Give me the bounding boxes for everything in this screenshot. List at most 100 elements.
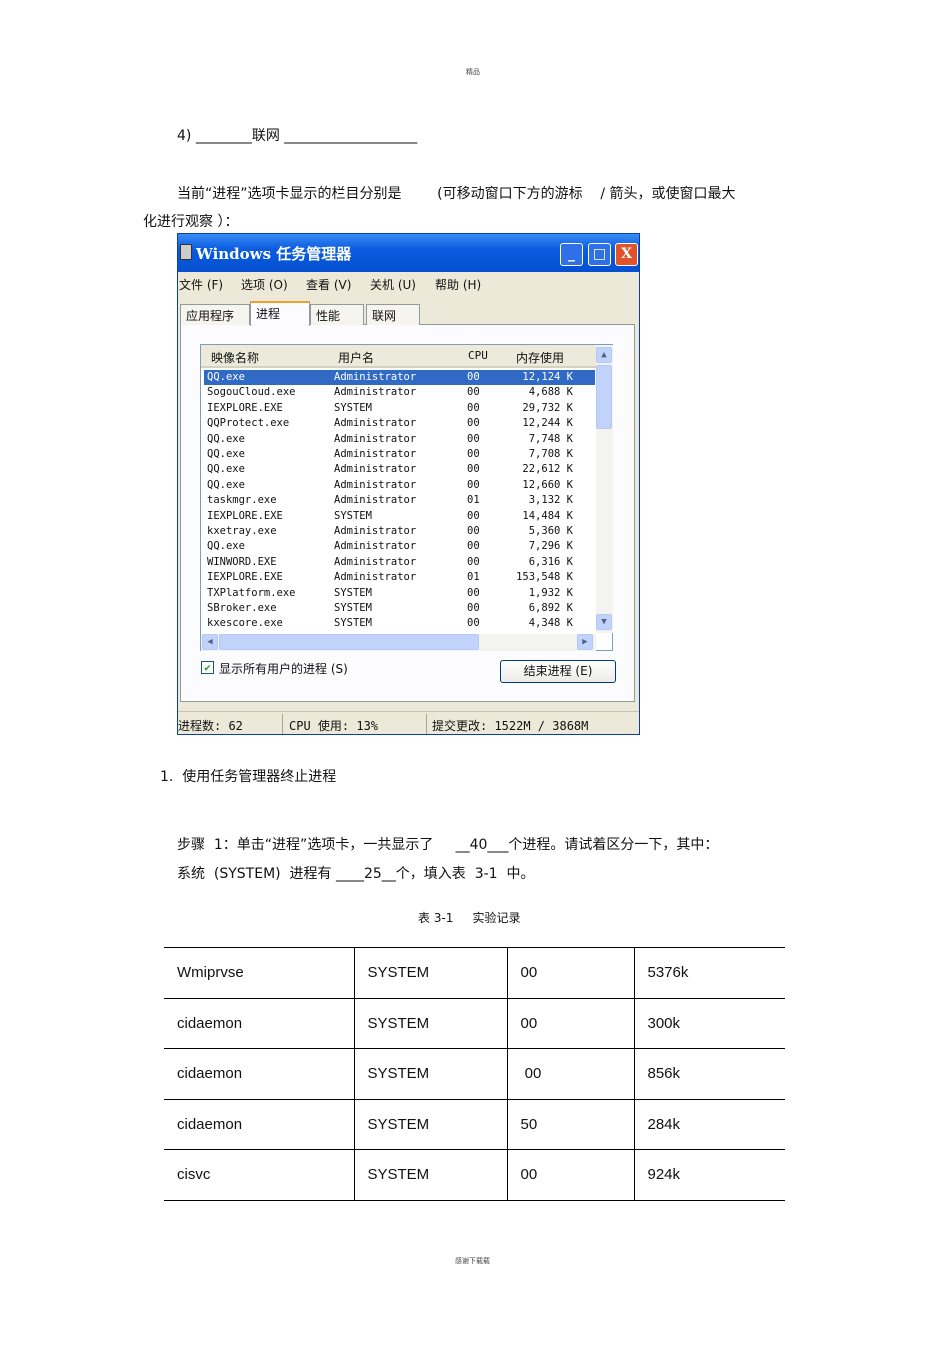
process-row[interactable]: QQ.exe Administrator 00 22,612 K [204,462,595,477]
vertical-scrollbar[interactable]: ▲ ▼ [596,345,613,633]
status-process-count: 进程数: 62 [178,719,243,733]
column-user-name[interactable]: 用户名 [338,349,374,366]
process-list[interactable]: 映像名称 用户名 CPU 内存使用 QQ.exe Administrator 00 1… [200,344,613,651]
step1-line-1: 步骤 1：单击“进程”选项卡，一共显示了 __40___个进程。请试着区分一下，… [177,837,719,853]
cell-user-name: SYSTEM [334,586,372,599]
cell-cpu: 00 [467,478,480,491]
cell-cpu: 00 [467,386,480,399]
cell-image-name: SogouCloud.exe [207,386,296,399]
scroll-down-icon[interactable]: ▼ [596,614,612,630]
h-scroll-thumb[interactable] [219,634,479,650]
scroll-left-icon[interactable]: ◀ [202,634,218,650]
close-button[interactable]: X [615,243,638,266]
horizontal-scrollbar[interactable]: ◀ ▶ [201,634,596,651]
process-row[interactable]: kxetray.exe Administrator 00 5,360 K [204,524,595,539]
cell-memory: 6,316 K [528,555,573,568]
cell-cpu: 00 [467,417,480,430]
cell-cpu: 00 [467,509,480,522]
process-row[interactable]: QQ.exe Administrator 00 12,124 K [204,370,595,386]
cell-memory: 5376k [633,947,785,999]
cell-memory: 153,548 K [516,571,573,584]
process-row[interactable]: kxescore.exe SYSTEM 00 4,348 K [204,616,595,631]
show-all-label[interactable]: 显示所有用户的进程 (S) [219,660,348,677]
process-row[interactable]: TXPlatform.exe SYSTEM 00 1,932 K [204,586,595,601]
cell-image-name: TXPlatform.exe [207,586,296,599]
page-header: 精品 [466,68,480,76]
tab-applications[interactable]: 应用程序 [180,304,250,325]
maximize-button[interactable]: □ [588,243,611,266]
cell-cpu: 00 [506,947,634,999]
tab-networking[interactable]: 联网 [366,304,420,325]
cell-user-name: Administrator [334,555,417,568]
cell-user: SYSTEM [353,997,507,1049]
cell-image-name: QQ.exe [207,448,245,460]
cell-image-name: IEXPLORE.EXE [207,571,283,584]
cell-name: cidaemon [164,997,354,1049]
table-row: cidaemon SYSTEM 00 300k [164,997,785,1049]
cell-cpu: 00 [467,463,480,476]
cell-image-name: IEXPLORE.EXE [207,509,283,522]
minimize-button[interactable]: _ [560,243,583,266]
cell-cpu: 50 [506,1098,634,1150]
cell-image-name: QQ.exe [207,371,245,383]
cell-name: cidaemon [164,1098,354,1150]
cell-memory: 14,484 K [522,509,573,522]
status-commit-charge: 提交更改: 1522M / 3868M [432,719,589,733]
menu-file[interactable]: 文件 (F) [179,276,223,293]
cell-cpu: 00 [467,432,480,445]
cell-user-name: SYSTEM [334,401,372,414]
table-row: cisvc SYSTEM 00 924k [164,1149,785,1201]
column-memory[interactable]: 内存使用 [516,349,564,366]
menu-view[interactable]: 查看 (V) [306,276,351,293]
cell-cpu: 00 [467,371,480,383]
scroll-up-icon[interactable]: ▲ [596,347,612,363]
cell-image-name: QQ.exe [207,432,245,445]
process-row[interactable]: taskmgr.exe Administrator 01 3,132 K [204,493,595,508]
process-row[interactable]: IEXPLORE.EXE SYSTEM 00 29,732 K [204,401,595,416]
cell-memory: 12,244 K [522,417,573,430]
cell-image-name: QQ.exe [207,478,245,491]
intro-line-1: 当前“进程”选项卡显示的栏目分别是 (可移动窗口下方的游标 / 箭头，或使窗口最… [177,186,736,202]
cell-memory: 5,360 K [528,525,573,537]
scroll-right-icon[interactable]: ▶ [577,634,593,650]
process-row[interactable]: QQ.exe Administrator 00 7,748 K [204,432,595,447]
title-bar: Windows 任务管理器 _ □ X [178,234,639,272]
menu-help[interactable]: 帮助 (H) [435,276,481,293]
step1-line-2: 系统 (SYSTEM) 进程有 ____25__个，填入表 3-1 中。 [177,866,535,882]
cell-cpu: 00 [506,997,634,1049]
process-row[interactable]: QQ.exe Administrator 00 7,296 K [204,539,595,554]
cell-user-name: Administrator [334,448,417,460]
cell-memory: 3,132 K [528,494,573,507]
cell-memory: 4,688 K [528,386,573,399]
column-cpu[interactable]: CPU [468,349,488,362]
column-image-name[interactable]: 映像名称 [211,349,259,366]
cell-cpu: 01 [467,494,480,507]
menu-bar: 文件 (F) 选项 (O) 查看 (V) 关机 (U) 帮助 (H) [178,272,639,296]
process-row[interactable]: QQ.exe Administrator 00 12,660 K [204,478,595,493]
menu-options[interactable]: 选项 (O) [241,276,288,293]
tab-processes[interactable]: 进程 [250,301,310,326]
menu-shutdown[interactable]: 关机 (U) [370,276,416,293]
process-row[interactable]: SBroker.exe SYSTEM 00 6,892 K [204,601,595,616]
cell-user-name: SYSTEM [334,617,372,630]
cell-cpu: 00 [506,1048,634,1100]
process-row[interactable]: IEXPLORE.EXE Administrator 01 153,548 K [204,570,595,585]
process-row[interactable]: SogouCloud.exe Administrator 00 4,688 K [204,385,595,400]
cell-user: SYSTEM [353,1098,507,1150]
cell-user-name: SYSTEM [334,509,372,522]
app-icon [180,244,192,260]
show-all-checkbox[interactable]: ✔ [201,661,214,674]
cell-user: SYSTEM [353,947,507,999]
cell-image-name: QQ.exe [207,540,245,553]
process-row[interactable]: WINWORD.EXE Administrator 00 6,316 K [204,555,595,570]
end-process-button[interactable]: 结束进程 (E) [500,660,616,683]
cell-user-name: Administrator [334,371,417,383]
intro-line-2: 化进行观察 ）： [143,214,239,230]
process-row[interactable]: IEXPLORE.EXE SYSTEM 00 14,484 K [204,509,595,524]
tab-performance[interactable]: 性能 [310,304,364,325]
process-row[interactable]: QQProtect.exe Administrator 00 12,244 K [204,416,595,431]
process-row[interactable]: QQ.exe Administrator 00 7,708 K [204,447,595,462]
cell-user-name: Administrator [334,432,417,445]
scroll-thumb[interactable] [596,365,612,429]
cell-cpu: 00 [506,1149,634,1201]
